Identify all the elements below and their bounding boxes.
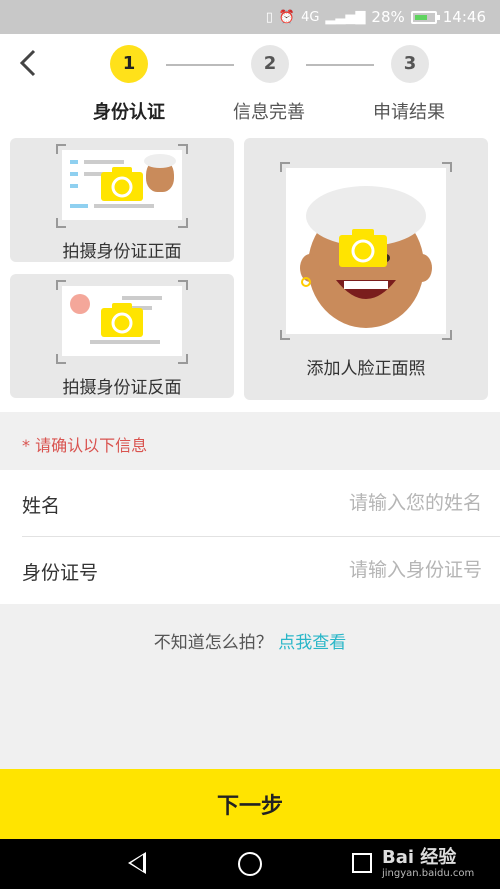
status-bar: ▯ ⏰ 4G ▂▃▅▇ 28% 14:46 (0, 0, 500, 34)
id-number-label: 身份证号 (22, 562, 99, 584)
battery-icon (410, 10, 440, 24)
step-connector (166, 64, 234, 66)
vibrate-icon: ▯ (265, 9, 273, 25)
step-2-label: 信息完善 (233, 102, 305, 123)
face-frame (280, 162, 452, 340)
step-3-indicator: 3 (391, 45, 429, 83)
id-back-upload-card[interactable]: 拍摄身份证反面 (10, 274, 234, 398)
emblem-icon (70, 294, 90, 314)
nav-recents-icon[interactable] (352, 853, 372, 873)
nav-home-icon[interactable] (238, 852, 262, 876)
id-number-input[interactable] (182, 555, 482, 585)
camera-icon (101, 167, 143, 201)
step-1-indicator: 1 (110, 45, 148, 83)
confirm-note: * 请确认以下信息 (22, 436, 148, 455)
watermark-url: jingyan.baidu.com (382, 868, 475, 879)
name-row: 姓名 (0, 470, 500, 537)
nav-back-icon[interactable] (128, 852, 146, 874)
next-step-button[interactable]: 下一步 (0, 769, 500, 839)
id-front-upload-card[interactable]: 拍摄身份证正面 (10, 138, 234, 262)
confirm-note-band: * 请确认以下信息 (0, 412, 500, 470)
name-label: 姓名 (22, 495, 61, 517)
info-form: 姓名 身份证号 (0, 470, 500, 604)
clock: 14:46 (442, 8, 486, 26)
id-back-label: 拍摄身份证反面 (62, 378, 182, 398)
camera-icon (339, 229, 387, 267)
id-front-frame (56, 144, 188, 228)
name-input[interactable] (182, 488, 482, 518)
chevron-left-icon (19, 49, 36, 77)
header: 1 2 3 身份认证 信息完善 申请结果 (0, 34, 500, 134)
face-photo-upload-card[interactable]: 添加人脸正面照 (244, 138, 488, 400)
watermark-logo: Bai 经验 (382, 847, 457, 868)
help-line: 不知道怎么拍？ 点我查看 (0, 628, 500, 653)
alarm-icon: ⏰ (278, 9, 296, 25)
id-back-frame (56, 280, 188, 364)
camera-icon (101, 303, 143, 337)
step-1-label: 身份认证 (93, 102, 165, 123)
face-photo-label: 添加人脸正面照 (306, 359, 426, 379)
id-front-label: 拍摄身份证正面 (62, 242, 182, 262)
step-3-label: 申请结果 (373, 102, 445, 123)
back-button[interactable] (14, 48, 46, 80)
id-number-row: 身份证号 (0, 537, 500, 604)
battery-percent: 28% (371, 8, 405, 26)
signal-icon: ▂▃▅▇ (325, 9, 366, 25)
step-connector (306, 64, 374, 66)
network-type: 4G (301, 9, 320, 25)
help-link[interactable]: 点我查看 (278, 633, 346, 653)
help-text: 不知道怎么拍？ (153, 633, 273, 653)
step-2-indicator: 2 (251, 45, 289, 83)
